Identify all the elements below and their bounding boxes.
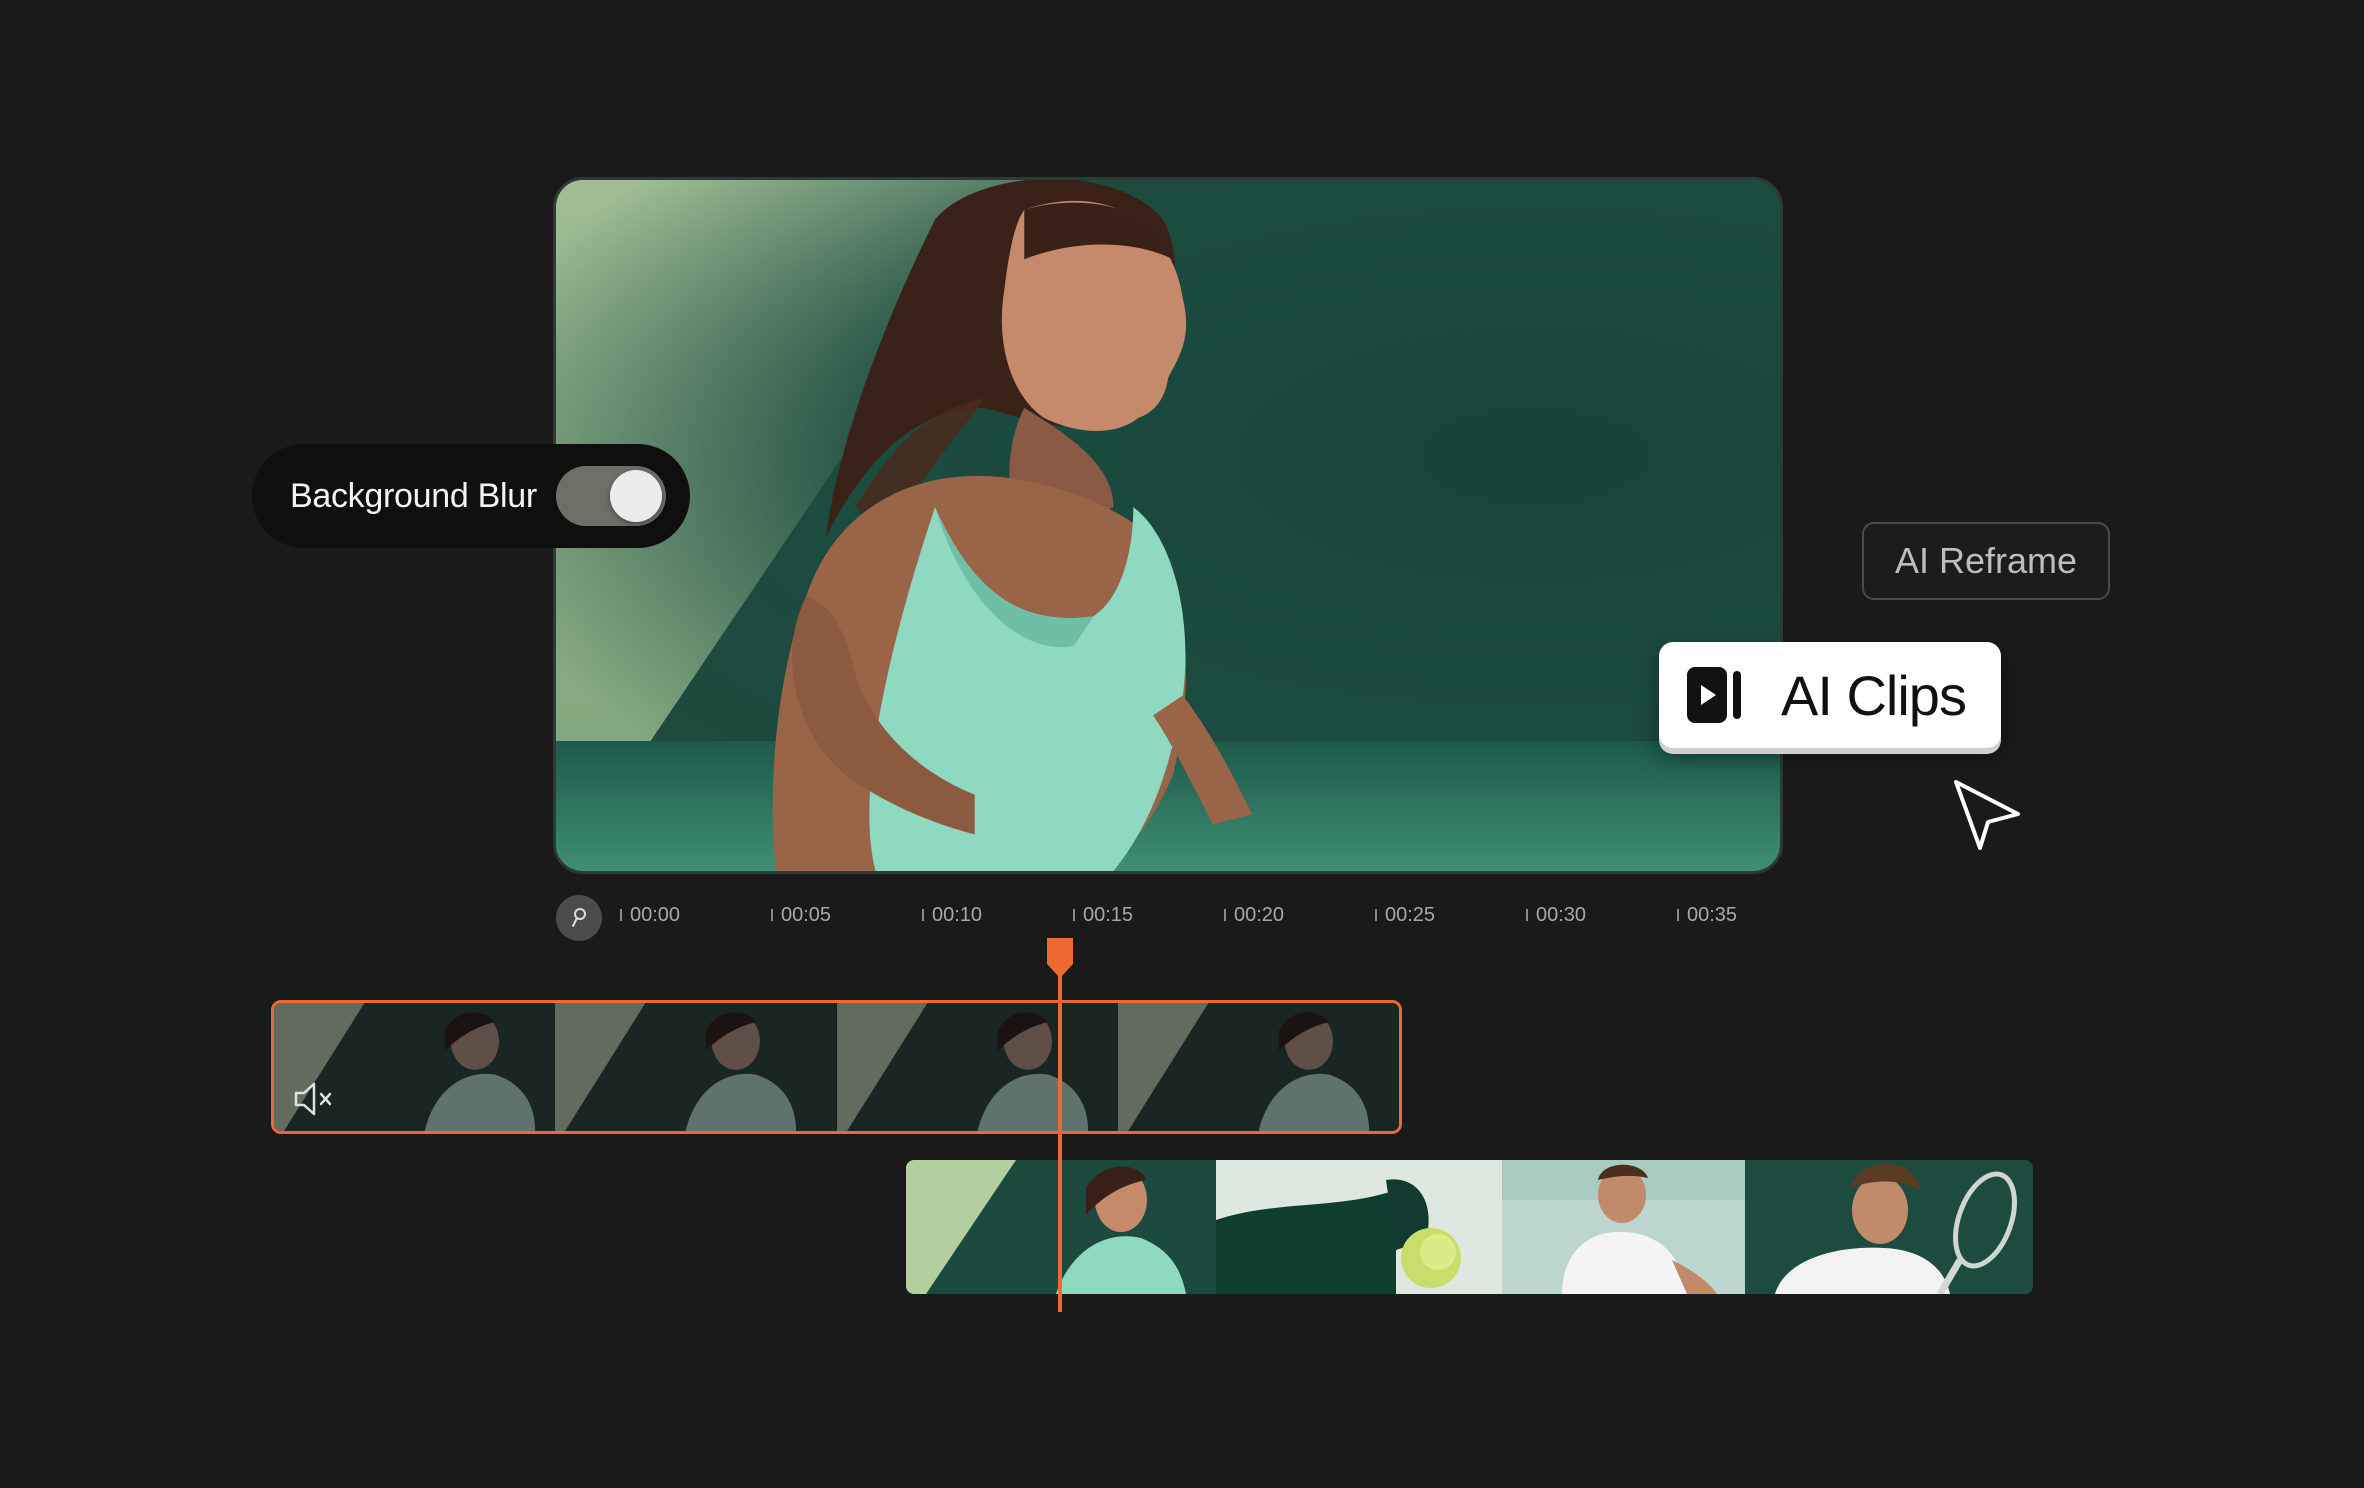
tick-label: 00:25 <box>1375 898 1435 932</box>
timeline-pin-button[interactable] <box>556 895 602 941</box>
thumbnail-frame <box>555 1003 837 1131</box>
tick-label: 00:30 <box>1526 898 1586 932</box>
clips-icon <box>1687 667 1741 723</box>
ai-reframe-button[interactable]: AI Reframe <box>1862 522 2110 600</box>
thumbnail-frame <box>1745 1160 2033 1294</box>
playhead[interactable] <box>1058 940 1062 1312</box>
video-track-selected[interactable] <box>271 1000 1402 1134</box>
ai-clips-track[interactable] <box>906 1160 2033 1294</box>
thumbnail-frame <box>836 1003 1118 1131</box>
tick-label: 00:15 <box>1073 898 1133 932</box>
tick-label: 00:05 <box>771 898 831 932</box>
background-blur-label: Background Blur <box>290 476 537 515</box>
tick-label: 00:35 <box>1677 898 1737 932</box>
thumbnail-frame <box>1216 1160 1502 1294</box>
timeline-ruler[interactable]: 00:00 00:05 00:10 00:15 00:20 00:25 00:3… <box>620 898 1760 932</box>
thumbnail-frame <box>1117 1003 1399 1131</box>
tick-label: 00:20 <box>1224 898 1284 932</box>
video-preview[interactable] <box>553 177 1783 874</box>
tick-label: 00:00 <box>620 898 680 932</box>
tick-label: 00:10 <box>922 898 982 932</box>
cursor-icon <box>1954 780 2020 850</box>
background-blur-control: Background Blur <box>252 444 690 548</box>
pin-icon <box>572 908 586 927</box>
ai-clips-label: AI Clips <box>1781 663 1967 727</box>
player-figure <box>772 180 1253 871</box>
background-blur-toggle[interactable] <box>556 466 666 526</box>
toggle-knob <box>610 470 662 522</box>
ai-reframe-label: AI Reframe <box>1894 540 2078 581</box>
mute-icon[interactable] <box>292 1079 336 1119</box>
playhead-handle[interactable] <box>1045 936 1075 980</box>
thumbnail-frame <box>1502 1160 1745 1294</box>
ai-clips-button[interactable]: AI Clips <box>1659 642 2001 748</box>
